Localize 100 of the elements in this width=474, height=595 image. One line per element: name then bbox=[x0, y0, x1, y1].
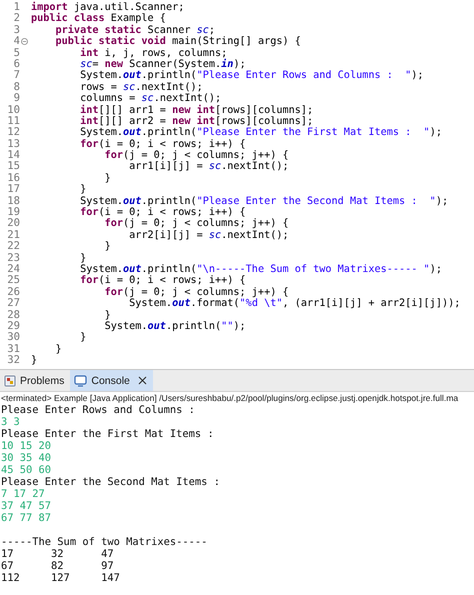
line-number: 15 bbox=[7, 161, 20, 173]
code-text: .nextInt(); bbox=[154, 93, 222, 104]
code-text: ); bbox=[233, 58, 246, 70]
collapse-icon[interactable] bbox=[21, 38, 28, 46]
static-field: out bbox=[123, 264, 142, 275]
line-number: 4 bbox=[14, 36, 20, 48]
input-text: 30 35 40 bbox=[1, 452, 52, 464]
code-text: .nextInt(); bbox=[221, 230, 289, 241]
line-number: 9 bbox=[14, 93, 20, 105]
launch-info: <terminated> Example [Java Application] /Users/sureshbabu/.p2/pool/plugins/org.eclipse.justj.openjdk.hotspot.jre.full.ma bbox=[0, 392, 460, 404]
code-text: System. bbox=[104, 320, 148, 332]
input-text: 3 3 bbox=[1, 416, 21, 428]
code-text: .nextInt(); bbox=[135, 82, 203, 93]
line-number: 22 bbox=[7, 241, 20, 253]
code-text: arr2[i][j] = bbox=[129, 230, 204, 241]
code-text: System. bbox=[80, 127, 123, 138]
line-number: 28 bbox=[7, 310, 20, 321]
keyword: new bbox=[104, 58, 124, 70]
static-field: out bbox=[148, 320, 166, 332]
code-text: arr1[i][j] = bbox=[129, 161, 204, 172]
keyword: new int bbox=[172, 104, 216, 116]
code-text: [rows][columns]; bbox=[215, 116, 314, 127]
code-text: rows = bbox=[80, 82, 118, 93]
string-literal: "\n-----The Sum of two Matrixes----- " bbox=[196, 264, 430, 275]
code-text: .nextInt(); bbox=[221, 161, 289, 172]
line-number: 31 bbox=[7, 344, 20, 355]
code-text: .println( bbox=[141, 264, 197, 275]
code-text: ); bbox=[233, 320, 246, 332]
string-literal: "%d \t" bbox=[240, 298, 282, 310]
code-text: System. bbox=[129, 298, 172, 310]
line-number: 32 bbox=[7, 355, 20, 367]
code-text: ); bbox=[430, 127, 442, 138]
code-text: columns = bbox=[80, 93, 136, 104]
code-text: Example { bbox=[110, 13, 166, 24]
keyword: int bbox=[80, 48, 98, 59]
code-text: main(String[] args) { bbox=[171, 36, 301, 48]
line-number: 12 bbox=[7, 127, 20, 139]
line-number: 16 bbox=[7, 172, 20, 184]
code-text: (i = 0; i < rows; i++) { bbox=[98, 207, 246, 218]
panel-tab[interactable]: Problems bbox=[0, 370, 70, 391]
code-text: , (arr1[i][j] + arr2[i][j])); bbox=[282, 298, 460, 310]
code-text: } bbox=[56, 344, 62, 355]
keyword: for bbox=[80, 275, 98, 286]
keyword: public static void bbox=[56, 36, 166, 48]
output-text: 112 127 147 bbox=[1, 572, 121, 584]
code-text: } bbox=[104, 241, 111, 252]
field-name: sc bbox=[208, 161, 222, 172]
console-icon bbox=[74, 374, 88, 386]
code-text: System. bbox=[80, 70, 123, 82]
field-name: sc bbox=[141, 93, 154, 104]
input-text: 67 77 87 bbox=[1, 512, 52, 524]
line-number: 30 bbox=[7, 332, 20, 344]
close-icon[interactable] bbox=[138, 376, 147, 385]
code-text: ); bbox=[411, 70, 424, 82]
line-number: 2 bbox=[14, 13, 20, 25]
keyword: for bbox=[80, 138, 98, 150]
keyword: for bbox=[104, 286, 123, 298]
line-number: 11 bbox=[7, 116, 20, 127]
code-text: ; bbox=[208, 24, 216, 36]
code-text: } bbox=[80, 332, 86, 344]
code-text: = bbox=[92, 58, 100, 70]
output-text: Please Enter Rows and Columns : bbox=[1, 404, 196, 416]
keyword: for bbox=[104, 150, 123, 162]
keyword: int bbox=[80, 116, 98, 127]
keyword: int bbox=[80, 104, 98, 116]
code-text: .println( bbox=[141, 127, 197, 138]
code-text: (j = 0; j < columns; j++) { bbox=[123, 218, 289, 230]
line-number: 21 bbox=[7, 230, 20, 241]
output-text: 67 82 97 bbox=[1, 560, 115, 572]
line-number: 29 bbox=[7, 320, 20, 332]
code-text: .println( bbox=[141, 196, 197, 207]
keyword: public class bbox=[31, 13, 105, 24]
code-text: (i = 0; i < rows; i++) { bbox=[98, 138, 246, 150]
line-number: 10 bbox=[7, 104, 20, 116]
problems-icon bbox=[4, 374, 16, 386]
output-text: -----The Sum of two Matrixes----- bbox=[1, 536, 208, 548]
code-text: } bbox=[31, 355, 38, 366]
keyword: for bbox=[104, 218, 123, 230]
line-number: 5 bbox=[14, 48, 20, 59]
line-number: 19 bbox=[7, 207, 20, 218]
line-number: 25 bbox=[7, 275, 20, 287]
string-literal: "Please Enter the First Mat Items : " bbox=[196, 127, 430, 138]
input-text: 45 50 60 bbox=[1, 464, 52, 476]
panel-tab[interactable]: Console bbox=[70, 370, 153, 391]
code-text: System. bbox=[80, 264, 123, 275]
output-text: Please Enter the Second Mat Items : bbox=[1, 476, 221, 488]
static-field: in bbox=[221, 58, 234, 70]
static-field: out bbox=[123, 196, 142, 207]
code-text: i, j, rows, columns; bbox=[104, 48, 228, 59]
line-number: 24 bbox=[7, 264, 20, 275]
code-text: System. bbox=[80, 196, 123, 207]
code-text: java.util.Scanner; bbox=[72, 2, 184, 13]
static-field: out bbox=[172, 298, 190, 310]
input-text: 10 15 20 bbox=[1, 440, 52, 452]
keyword: import bbox=[31, 2, 68, 13]
line-number: 6 bbox=[14, 58, 20, 70]
output-text: Please Enter the First Mat Items : bbox=[1, 428, 215, 440]
code-text: } bbox=[104, 172, 111, 184]
output-text: 17 32 47 bbox=[1, 548, 115, 560]
code-text: .println( bbox=[141, 70, 197, 82]
